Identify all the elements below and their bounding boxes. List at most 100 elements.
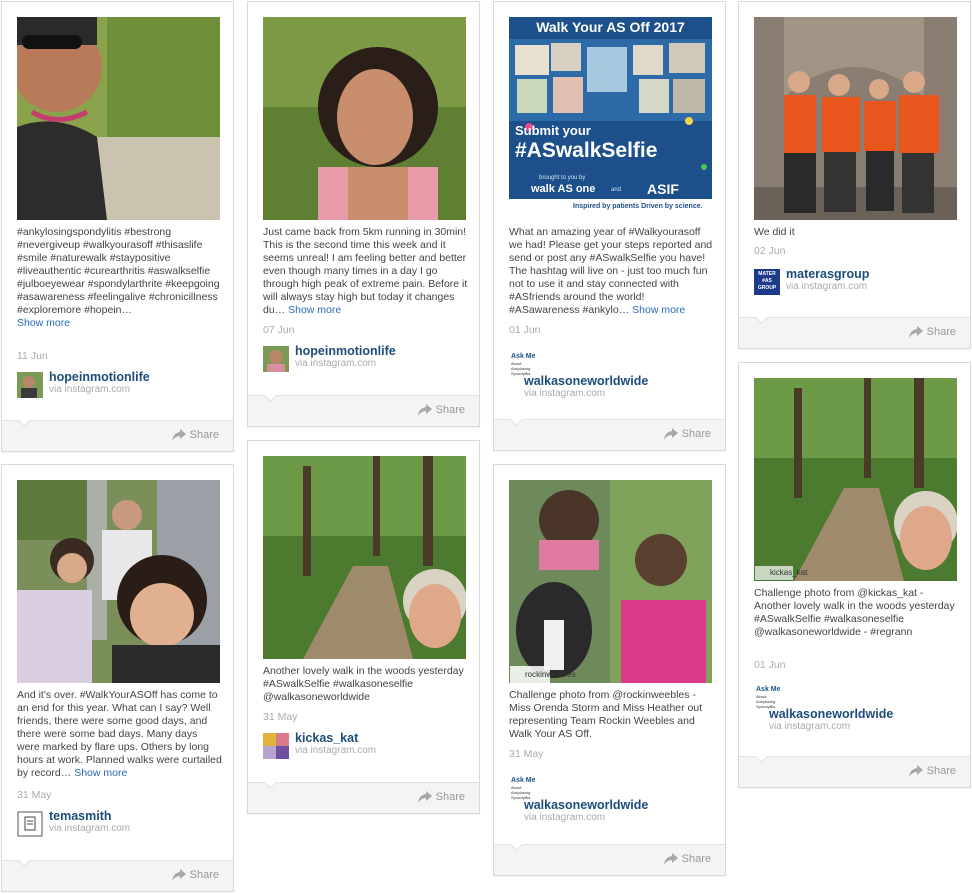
post-caption: We did it (754, 226, 795, 238)
author-username[interactable]: materasgroup (786, 267, 869, 281)
post-card: kickas_kat Challenge photo from @kickas_… (738, 362, 971, 788)
avatar[interactable] (263, 733, 289, 759)
photo-tag: kickas_kat (770, 568, 808, 577)
poster-hashtag-line1: Submit your (515, 123, 591, 138)
avatar-logo[interactable]: Ask Me About Ankylosing Spondylitis (509, 774, 535, 800)
share-label: Share (189, 869, 219, 881)
avatar-logo[interactable]: Ask Me About Ankylosing Spondylitis (754, 683, 780, 709)
avatar[interactable] (17, 372, 43, 398)
poster-tagline: Inspired by patients Driven by science. (573, 203, 703, 210)
photo-tag: rockinweebles (525, 670, 576, 679)
svg-text:Ask Me: Ask Me (511, 353, 535, 360)
share-button[interactable]: Share (171, 429, 219, 441)
post-photo-woods-selfie[interactable]: kickas_kat (754, 378, 957, 581)
avatar[interactable] (17, 811, 43, 837)
author-username[interactable]: walkasoneworldwide (524, 798, 648, 812)
card-footer: Share (248, 389, 479, 426)
author-username[interactable]: hopeinmotionlife (49, 370, 150, 384)
share-arrow-icon (171, 429, 186, 441)
poster-hashtag-line2: #ASwalkSelfie (515, 139, 658, 162)
footer-notch (18, 854, 31, 867)
share-label: Share (681, 853, 711, 865)
poster-brand2: ASIF (647, 181, 679, 197)
footer-notch (510, 413, 523, 426)
post-photo-group-selfie[interactable] (17, 480, 220, 683)
svg-text:Ask Me: Ask Me (511, 777, 535, 784)
share-label: Share (189, 429, 219, 441)
footer-notch (18, 414, 31, 427)
card-footer: Share (248, 776, 479, 813)
source-label: via instagram.com (524, 388, 606, 399)
share-label: Share (926, 326, 956, 338)
author-username[interactable]: kickas_kat (295, 731, 358, 745)
share-button[interactable]: Share (908, 326, 956, 338)
card-footer: Share (494, 413, 725, 450)
card-footer: Share (739, 311, 970, 348)
post-caption: Challenge photo from @kickas_kat - Anoth… (754, 587, 955, 638)
post-photo-selfie-grass[interactable] (263, 17, 466, 220)
show-more-link[interactable]: Show more (288, 304, 341, 316)
share-button[interactable]: Share (908, 765, 956, 777)
share-arrow-icon (908, 765, 923, 777)
poster-brought-by: brought to you by (539, 175, 586, 181)
share-arrow-icon (663, 428, 678, 440)
author-username[interactable]: walkasoneworldwide (769, 707, 893, 721)
source-label: via instagram.com (295, 745, 377, 756)
post-caption: What an amazing year of #Walkyourasoff w… (509, 226, 713, 316)
share-button[interactable]: Share (171, 869, 219, 881)
show-more-link[interactable]: Show more (17, 317, 70, 329)
card-footer: Share (494, 838, 725, 875)
source-label: via instagram.com (786, 281, 868, 292)
source-label: via instagram.com (49, 384, 131, 395)
share-arrow-icon (663, 853, 678, 865)
footer-notch (264, 389, 277, 402)
share-button[interactable]: Share (663, 428, 711, 440)
post-date: 01 Jun (509, 324, 541, 336)
card-footer: Share (739, 750, 970, 787)
source-label: via instagram.com (49, 823, 131, 834)
post-caption: Challenge photo from @rockinweebles - Mi… (509, 689, 703, 740)
post-caption: And it's over. #WalkYourASOff has come t… (17, 689, 222, 779)
avatar[interactable] (263, 346, 289, 372)
post-photo-team-selfie[interactable]: rockinweebles (509, 480, 712, 683)
author-username[interactable]: walkasoneworldwide (524, 374, 648, 388)
card-footer: Share (2, 414, 233, 451)
avatar-logo-text: MATER #AS GROUP (757, 271, 777, 291)
share-arrow-icon (417, 404, 432, 416)
share-arrow-icon (908, 326, 923, 338)
post-photo-campaign-poster[interactable]: Walk Your AS Off 2017 Submit your #ASwal… (509, 17, 712, 220)
poster-brand1: walk AS one (531, 183, 596, 195)
share-label: Share (926, 765, 956, 777)
post-caption: #ankylosingspondylitis #bestrong #neverg… (17, 226, 220, 329)
footer-notch (755, 311, 768, 324)
show-more-link[interactable]: Show more (74, 767, 127, 779)
post-date: 02 Jun (754, 245, 786, 257)
source-label: via instagram.com (295, 358, 377, 369)
share-arrow-icon (417, 791, 432, 803)
share-button[interactable]: Share (417, 791, 465, 803)
avatar-logo[interactable]: MATER #AS GROUP (754, 269, 780, 295)
footer-notch (755, 750, 768, 763)
post-card: rockinweebles Challenge photo from @rock… (493, 464, 726, 876)
share-label: Share (681, 428, 711, 440)
author-username[interactable]: temasmith (49, 809, 112, 823)
poster-title: Walk Your AS Off 2017 (536, 19, 685, 35)
post-card: Another lovely walk in the woods yesterd… (247, 440, 480, 814)
svg-text:Ask Me: Ask Me (756, 686, 780, 693)
post-date: 31 May (263, 711, 298, 723)
share-button[interactable]: Share (663, 853, 711, 865)
show-more-link[interactable]: Show more (632, 304, 685, 316)
share-button[interactable]: Share (417, 404, 465, 416)
post-date: 01 Jun (754, 659, 786, 671)
post-photo-woods-selfie[interactable] (263, 456, 466, 659)
source-label: via instagram.com (524, 812, 606, 823)
post-photo-group-orange-shirts[interactable] (754, 17, 957, 220)
post-card: #ankylosingspondylitis #bestrong #neverg… (1, 1, 234, 452)
post-date: 31 May (509, 748, 544, 760)
author-username[interactable]: hopeinmotionlife (295, 344, 396, 358)
post-photo-selfie-grass[interactable] (17, 17, 220, 220)
share-arrow-icon (171, 869, 186, 881)
post-caption: Just came back from 5km running in 30min… (263, 226, 468, 316)
avatar-logo[interactable]: Ask Me About Ankylosing Spondylitis (509, 350, 535, 376)
source-label: via instagram.com (769, 721, 851, 732)
